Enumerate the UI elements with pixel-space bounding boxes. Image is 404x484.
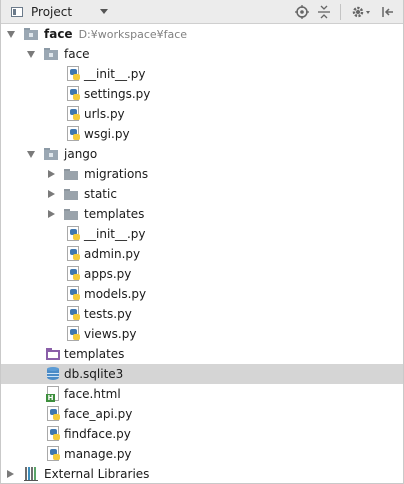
tree-node-root-face[interactable]: face D:¥workspace¥face	[1, 24, 403, 44]
expand-arrow-icon[interactable]	[27, 151, 35, 158]
tree-node-manage[interactable]: manage.py	[1, 444, 403, 464]
tree-node-label: views.py	[84, 327, 137, 341]
toolbar-actions	[290, 0, 397, 24]
tree-node-face-init[interactable]: __init__.py	[1, 64, 403, 84]
root-path: D:¥workspace¥face	[78, 28, 188, 41]
folder-icon	[63, 186, 79, 202]
tree-node-label: tests.py	[84, 307, 132, 321]
database-icon	[45, 366, 61, 382]
python-file-icon	[65, 286, 81, 302]
tree-node-label: External Libraries	[44, 467, 150, 481]
tree-node-label: face_api.py	[64, 407, 133, 421]
tree-node-face-settings[interactable]: settings.py	[1, 84, 403, 104]
tree-node-face-urls[interactable]: urls.py	[1, 104, 403, 124]
python-file-icon	[65, 126, 81, 142]
tree-node-label: templates	[84, 207, 145, 221]
tree-node-label: migrations	[84, 167, 149, 181]
python-file-icon	[65, 246, 81, 262]
tree-node-jango-views[interactable]: views.py	[1, 324, 403, 344]
tree-node-label: face	[64, 47, 90, 61]
tree-node-jango-package[interactable]: jango	[1, 144, 403, 164]
python-file-icon	[45, 446, 61, 462]
python-file-icon	[65, 66, 81, 82]
expand-arrow-icon[interactable]	[27, 51, 35, 58]
tree-node-label: db.sqlite3	[64, 367, 124, 381]
collapsed-arrow-icon[interactable]	[48, 170, 55, 178]
tree-node-face-api[interactable]: face_api.py	[1, 404, 403, 424]
tree-node-label: __init__.py	[84, 67, 146, 81]
libraries-icon	[23, 466, 39, 482]
package-folder-icon	[43, 46, 59, 62]
html-file-icon: H	[45, 386, 61, 402]
sync-icon[interactable]	[292, 2, 312, 22]
tree-node-label: models.py	[84, 287, 147, 301]
tree-node-label: urls.py	[84, 107, 125, 121]
chevron-down-icon[interactable]	[100, 9, 109, 14]
tree-node-face-wsgi[interactable]: wsgi.py	[1, 124, 403, 144]
project-panel: Project face D:¥workspace¥face face __in…	[0, 0, 404, 484]
expand-arrow-icon[interactable]	[7, 31, 15, 38]
tree-node-findface[interactable]: findface.py	[1, 424, 403, 444]
tree-node-label: settings.py	[84, 87, 151, 101]
tree-node-db-sqlite3[interactable]: db.sqlite3	[1, 364, 403, 384]
tree-node-external-libraries[interactable]: External Libraries	[1, 464, 403, 484]
folder-icon	[63, 166, 79, 182]
tree-node-label: face.html	[64, 387, 121, 401]
tree-node-label: apps.py	[84, 267, 132, 281]
tree-node-face-html[interactable]: H face.html	[1, 384, 403, 404]
python-file-icon	[65, 106, 81, 122]
tree-node-face-package[interactable]: face	[1, 44, 403, 64]
project-view-selector[interactable]: Project	[1, 0, 109, 24]
package-folder-icon	[43, 146, 59, 162]
module-folder-icon	[23, 26, 39, 42]
toolbar-divider	[340, 4, 341, 20]
python-file-icon	[65, 86, 81, 102]
project-view-icon	[9, 4, 25, 20]
python-file-icon	[65, 226, 81, 242]
python-file-icon	[65, 326, 81, 342]
collapsed-arrow-icon[interactable]	[7, 470, 14, 478]
python-file-icon	[45, 426, 61, 442]
tree-node-jango-apps[interactable]: apps.py	[1, 264, 403, 284]
tree-node-templates[interactable]: templates	[1, 344, 403, 364]
project-tree: face D:¥workspace¥face face __init__.py s…	[1, 24, 403, 484]
tree-node-label: face D:¥workspace¥face	[44, 24, 187, 45]
python-file-icon	[65, 266, 81, 282]
tree-node-jango-migrations[interactable]: migrations	[1, 164, 403, 184]
tree-node-jango-templates[interactable]: templates	[1, 204, 403, 224]
tree-node-label: __init__.py	[84, 227, 146, 241]
project-view-label: Project	[31, 4, 73, 19]
hide-panel-icon[interactable]	[377, 2, 397, 22]
tree-node-jango-init[interactable]: __init__.py	[1, 224, 403, 244]
tree-node-label: admin.py	[84, 247, 141, 261]
tree-node-label: manage.py	[64, 447, 132, 461]
gear-icon[interactable]	[349, 2, 375, 22]
tree-node-jango-models[interactable]: models.py	[1, 284, 403, 304]
tree-node-jango-static[interactable]: static	[1, 184, 403, 204]
tree-node-jango-admin[interactable]: admin.py	[1, 244, 403, 264]
root-name: face	[44, 27, 73, 41]
tree-node-label: static	[84, 187, 117, 201]
python-file-icon	[65, 306, 81, 322]
collapsed-arrow-icon[interactable]	[48, 210, 55, 218]
tree-node-label: findface.py	[64, 427, 131, 441]
collapse-all-icon[interactable]	[314, 2, 334, 22]
tree-node-label: jango	[64, 147, 98, 161]
python-file-icon	[45, 406, 61, 422]
tree-node-label: wsgi.py	[84, 127, 130, 141]
tree-node-label: templates	[64, 347, 125, 361]
collapsed-arrow-icon[interactable]	[48, 190, 55, 198]
project-toolbar: Project	[1, 0, 403, 24]
templates-folder-icon	[45, 346, 61, 362]
tree-node-jango-tests[interactable]: tests.py	[1, 304, 403, 324]
folder-icon	[63, 206, 79, 222]
